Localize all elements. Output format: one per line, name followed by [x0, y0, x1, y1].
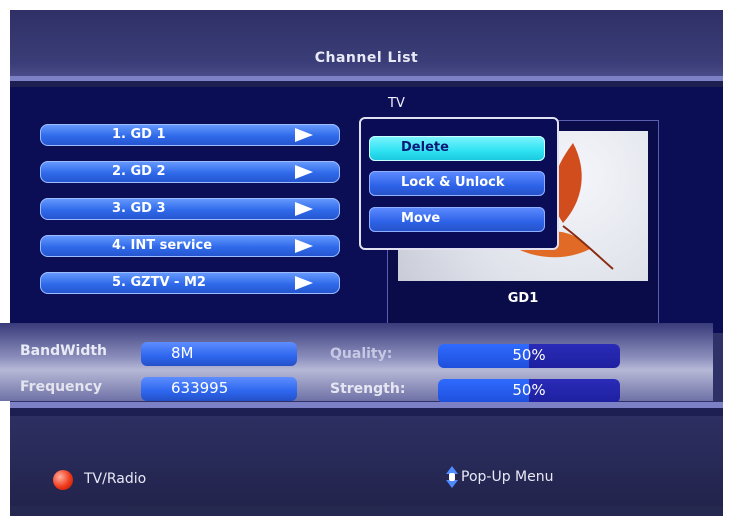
frequency-label: Frequency	[20, 379, 102, 395]
channel-label: 2. GD 2	[112, 164, 166, 179]
bandwidth-field: 8M	[141, 342, 297, 366]
page-title: Channel List	[314, 50, 419, 66]
bandwidth-value: 8M	[171, 344, 194, 362]
menu-item-lock-unlock[interactable]: Lock & Unlock	[369, 171, 545, 196]
play-arrow-icon	[295, 165, 313, 179]
channel-label: 1. GD 1	[112, 127, 166, 142]
channel-item[interactable]: 3. GD 3	[40, 198, 340, 220]
play-arrow-icon	[295, 202, 313, 216]
popup-menu-hint: Pop-Up Menu	[461, 469, 554, 485]
frequency-value: 633995	[171, 379, 229, 397]
channel-item[interactable]: 2. GD 2	[40, 161, 340, 183]
divider	[10, 408, 723, 416]
channel-item[interactable]: 4. INT service	[40, 235, 340, 257]
channel-label: 4. INT service	[112, 238, 213, 253]
channel-item[interactable]: 1. GD 1	[40, 124, 340, 146]
quality-value: 50%	[512, 346, 546, 364]
play-arrow-icon	[295, 239, 313, 253]
channel-item[interactable]: 5. GZTV - M2	[40, 272, 340, 294]
menu-item-move[interactable]: Move	[369, 207, 545, 232]
menu-item-label: Lock & Unlock	[401, 175, 505, 190]
play-arrow-icon	[295, 128, 313, 142]
channel-label: 3. GD 3	[112, 201, 166, 216]
footer-bar	[10, 416, 723, 506]
play-arrow-icon	[295, 276, 313, 290]
tv-radio-hint: TV/Radio	[84, 471, 147, 487]
frequency-field: 633995	[141, 377, 297, 401]
title-bar	[10, 10, 723, 76]
menu-item-label: Move	[401, 211, 441, 226]
channel-label: 5. GZTV - M2	[112, 275, 206, 290]
strength-label: Strength:	[330, 381, 406, 397]
up-down-arrow-icon[interactable]	[446, 466, 458, 488]
quality-bar: 50%	[438, 344, 620, 368]
strength-bar: 50%	[438, 379, 620, 403]
mode-label: TV	[388, 96, 405, 111]
popup-menu: Delete Lock & Unlock Move	[359, 117, 559, 250]
bandwidth-label: BandWidth	[20, 343, 108, 359]
strength-value: 50%	[512, 381, 546, 399]
menu-item-label: Delete	[401, 140, 449, 155]
red-button-icon[interactable]	[53, 470, 73, 490]
quality-label: Quality:	[330, 346, 393, 362]
preview-caption: GD1	[507, 291, 539, 306]
menu-item-delete[interactable]: Delete	[369, 136, 545, 161]
